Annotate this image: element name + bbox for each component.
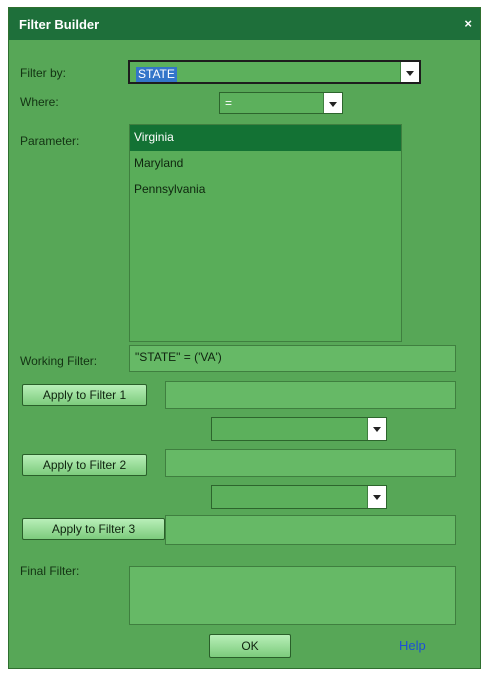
apply-filter-3-button[interactable]: Apply to Filter 3: [22, 518, 165, 540]
chevron-down-icon[interactable]: [400, 62, 419, 82]
apply-filter-1-button[interactable]: Apply to Filter 1: [22, 384, 147, 406]
dialog-title: Filter Builder: [19, 17, 100, 32]
filter-by-label: Filter by:: [20, 66, 67, 80]
operator-2-select[interactable]: [211, 485, 387, 509]
where-operator-select[interactable]: =: [219, 92, 343, 114]
ok-button[interactable]: OK: [209, 634, 291, 658]
working-filter-label: Working Filter:: [20, 354, 98, 368]
working-filter-value: "STATE" = ('VA'): [135, 350, 222, 364]
title-bar[interactable]: Filter Builder ×: [9, 8, 480, 40]
filter-by-select[interactable]: STATE: [128, 60, 421, 84]
list-item[interactable]: Maryland: [130, 151, 401, 177]
final-filter-label: Final Filter:: [20, 564, 80, 578]
where-label: Where:: [20, 95, 59, 109]
help-link[interactable]: Help: [399, 638, 426, 653]
parameter-listbox[interactable]: Virginia Maryland Pennsylvania: [129, 124, 402, 342]
filter-builder-dialog: Filter Builder × Filter by: STATE Where:…: [8, 7, 481, 669]
working-filter-field[interactable]: "STATE" = ('VA'): [129, 345, 456, 372]
parameter-label: Parameter:: [20, 134, 80, 148]
chevron-down-icon[interactable]: [367, 486, 386, 508]
list-item[interactable]: Pennsylvania: [130, 177, 401, 203]
final-filter-field[interactable]: [129, 566, 456, 625]
where-operator-value: =: [225, 96, 233, 110]
chevron-down-icon[interactable]: [367, 418, 386, 440]
apply-filter-2-button[interactable]: Apply to Filter 2: [22, 454, 147, 476]
filter-2-field[interactable]: [165, 449, 456, 477]
operator-1-select[interactable]: [211, 417, 387, 441]
close-icon[interactable]: ×: [464, 16, 472, 31]
chevron-down-icon[interactable]: [323, 93, 342, 113]
filter-1-field[interactable]: [165, 381, 456, 409]
list-item[interactable]: Virginia: [130, 125, 401, 151]
filter-3-field[interactable]: [165, 515, 456, 545]
filter-by-value: STATE: [136, 67, 177, 82]
